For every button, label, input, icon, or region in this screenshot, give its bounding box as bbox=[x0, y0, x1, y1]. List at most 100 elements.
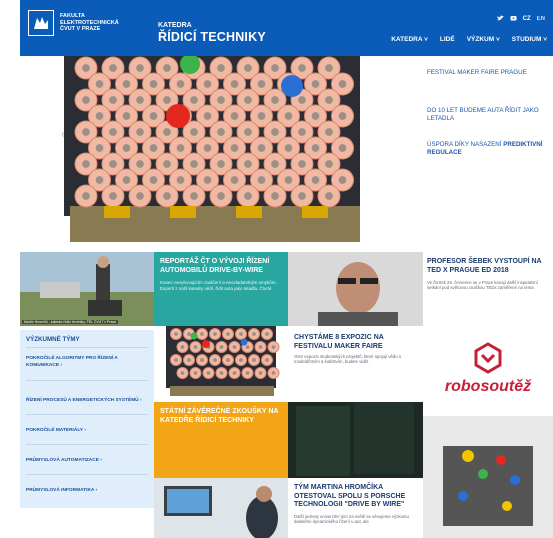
coil-core bbox=[122, 176, 131, 184]
coil-core bbox=[95, 144, 104, 152]
tile-text: Osm expozic studentských projektů, které… bbox=[294, 354, 401, 365]
lang-en[interactable]: EN bbox=[537, 16, 545, 22]
robosoutez-tile[interactable]: robosoutěž bbox=[423, 326, 553, 416]
coil-core bbox=[109, 96, 117, 104]
photo-tile-books[interactable] bbox=[288, 402, 423, 478]
robosoutez-wordmark: robosoutěž bbox=[444, 378, 532, 395]
coil-core bbox=[136, 128, 144, 136]
coil-core bbox=[244, 160, 252, 168]
nav-vyzkum[interactable]: VÝZKUM ˅ bbox=[467, 36, 500, 43]
photo-tile-board[interactable] bbox=[154, 326, 288, 402]
tile-title: CHYSTÁME 8 EXPOZIC NA FESTIVALU MAKER FA… bbox=[294, 334, 384, 350]
coil-core bbox=[244, 192, 252, 200]
news-sidebar: FESTIVAL MAKER FAIRE PRAGUE DO 10 LET BU… bbox=[423, 56, 553, 252]
lego-robot-photo bbox=[423, 416, 553, 538]
main-nav: KATEDRA ˅ LIDÉ VÝZKUM ˅ STUDIUM ˅ bbox=[391, 36, 547, 43]
coil-core bbox=[325, 192, 333, 200]
coil-core bbox=[311, 80, 320, 88]
coil-core bbox=[298, 160, 306, 168]
news-tile-sebek[interactable]: PROFESOR ŠEBEK VYSTOUPÍ NA TED X PRAGUE … bbox=[423, 252, 553, 326]
nav-lide[interactable]: LIDÉ bbox=[440, 36, 455, 43]
coil-core bbox=[338, 112, 347, 120]
faculty-name[interactable]: FAKULTA ELEKTROTECHNICKÁ ČVUT V PRAZE bbox=[60, 13, 119, 33]
team-link[interactable]: ŘÍZENÍ PROCESŮ A ENERGETICKÝCH SYSTÉMŮ › bbox=[26, 398, 150, 405]
coil-core bbox=[257, 144, 266, 152]
coil-core bbox=[284, 144, 293, 152]
coil-core bbox=[163, 160, 171, 168]
coil-core bbox=[245, 345, 250, 349]
news-link[interactable]: FESTIVAL MAKER FAIRE PRAGUE bbox=[427, 69, 547, 77]
coil-core bbox=[176, 144, 185, 152]
photo-tile-sebek[interactable] bbox=[288, 252, 423, 326]
coil-core bbox=[244, 64, 252, 72]
lion-icon bbox=[32, 14, 50, 32]
nav-studium[interactable]: STUDIUM ˅ bbox=[512, 36, 547, 43]
photo-tile-lab[interactable] bbox=[154, 478, 288, 538]
coil-core bbox=[203, 144, 212, 152]
youtube-icon[interactable] bbox=[510, 14, 517, 23]
nav-katedra[interactable]: KATEDRA ˅ bbox=[391, 36, 428, 43]
coil-core bbox=[136, 64, 144, 72]
coil-core bbox=[298, 96, 306, 104]
coil-core bbox=[213, 358, 217, 362]
photo-tile-hromcik[interactable]: Martin Hromčík - katedra řídicí techniky… bbox=[20, 252, 154, 326]
lang-cz[interactable]: CZ bbox=[523, 16, 531, 22]
tile-text: Další jednoty univerzitní tým na světě s… bbox=[294, 514, 409, 525]
coil-core bbox=[226, 332, 230, 336]
coil-core bbox=[82, 160, 90, 168]
coil-core bbox=[136, 96, 144, 104]
coil-core bbox=[174, 358, 178, 362]
coil-core bbox=[325, 128, 333, 136]
coil-core bbox=[271, 160, 279, 168]
coil-core bbox=[174, 332, 178, 336]
coil-core bbox=[257, 80, 266, 88]
coil-core bbox=[298, 128, 306, 136]
news-tile-reportaz[interactable]: REPORTÁŽ ČT O VÝVOJI ŘÍZENÍ AUTOMOBILŮ D… bbox=[154, 252, 288, 326]
coil-core bbox=[271, 96, 279, 104]
coil-core bbox=[244, 96, 252, 104]
coil-core bbox=[136, 192, 144, 200]
news-link[interactable]: ÚSPORA DÍKY NASAZENÍ PREDIKTIVNÍ REGULACE bbox=[427, 141, 547, 157]
news-tile-tym[interactable]: TÝM MARTINA HROMČÍKA OTESTOVAL SPOLU S P… bbox=[288, 478, 423, 538]
coil-core bbox=[82, 192, 90, 200]
robosoutez-logo bbox=[474, 342, 502, 374]
coil-core bbox=[271, 371, 276, 375]
news-tile-szz[interactable]: STÁTNÍ ZÁVĚREČNÉ ZKOUŠKY NA KATEDŘE ŘÍDI… bbox=[154, 402, 288, 478]
outdoor-photo bbox=[20, 252, 154, 326]
twitter-icon[interactable] bbox=[496, 15, 504, 23]
coil-core bbox=[180, 345, 185, 349]
team-link[interactable]: PRŮMYSLOVÁ AUTOMATIZACE › bbox=[26, 458, 150, 465]
coil-core bbox=[239, 332, 243, 336]
coil-core bbox=[176, 176, 185, 184]
books-photo bbox=[288, 402, 423, 478]
coil-core bbox=[122, 80, 131, 88]
cvut-logo[interactable] bbox=[28, 10, 54, 36]
photo-tile-lego[interactable] bbox=[423, 416, 553, 538]
photo-caption: Martin Hromčík - katedra řídicí techniky… bbox=[22, 320, 119, 324]
coil-core bbox=[284, 112, 293, 120]
team-link[interactable]: PRŮMYSLOVÁ INFORMATIKA › bbox=[26, 488, 150, 495]
lab-photo bbox=[154, 478, 288, 538]
coil-core bbox=[325, 160, 333, 168]
hero-image[interactable] bbox=[20, 56, 423, 252]
coil-core bbox=[217, 64, 225, 72]
news-tile-expo[interactable]: CHYSTÁME 8 EXPOZIC NA FESTIVALU MAKER FA… bbox=[288, 326, 423, 402]
coil-core bbox=[193, 345, 198, 349]
dept-title[interactable]: ŘÍDICÍ TECHNIKY bbox=[158, 30, 266, 44]
news-link[interactable]: DO 10 LET BUDEME AUTA ŘÍDIT JAKO LETADLA bbox=[427, 107, 547, 123]
coil-core bbox=[213, 332, 217, 336]
team-link[interactable]: POKROČILÉ MATERIÁLY › bbox=[26, 428, 150, 435]
team-link[interactable]: POKROČILÉ ALGORITMY PRO ŘÍZENÍ A KOMUNIK… bbox=[26, 356, 150, 369]
maglev-board-photo bbox=[64, 56, 360, 242]
coil-core bbox=[230, 112, 239, 120]
chevron-down-icon: ˅ bbox=[422, 36, 428, 43]
coil-core bbox=[232, 345, 237, 349]
coil-core bbox=[271, 64, 279, 72]
chevron-down-icon: ˅ bbox=[494, 36, 500, 43]
coil-core bbox=[203, 80, 212, 88]
coil-core bbox=[82, 128, 90, 136]
coil-core bbox=[230, 80, 239, 88]
coil-core bbox=[311, 176, 320, 184]
site-header: FAKULTA ELEKTROTECHNICKÁ ČVUT V PRAZE KA… bbox=[20, 0, 553, 56]
coil-core bbox=[311, 112, 320, 120]
